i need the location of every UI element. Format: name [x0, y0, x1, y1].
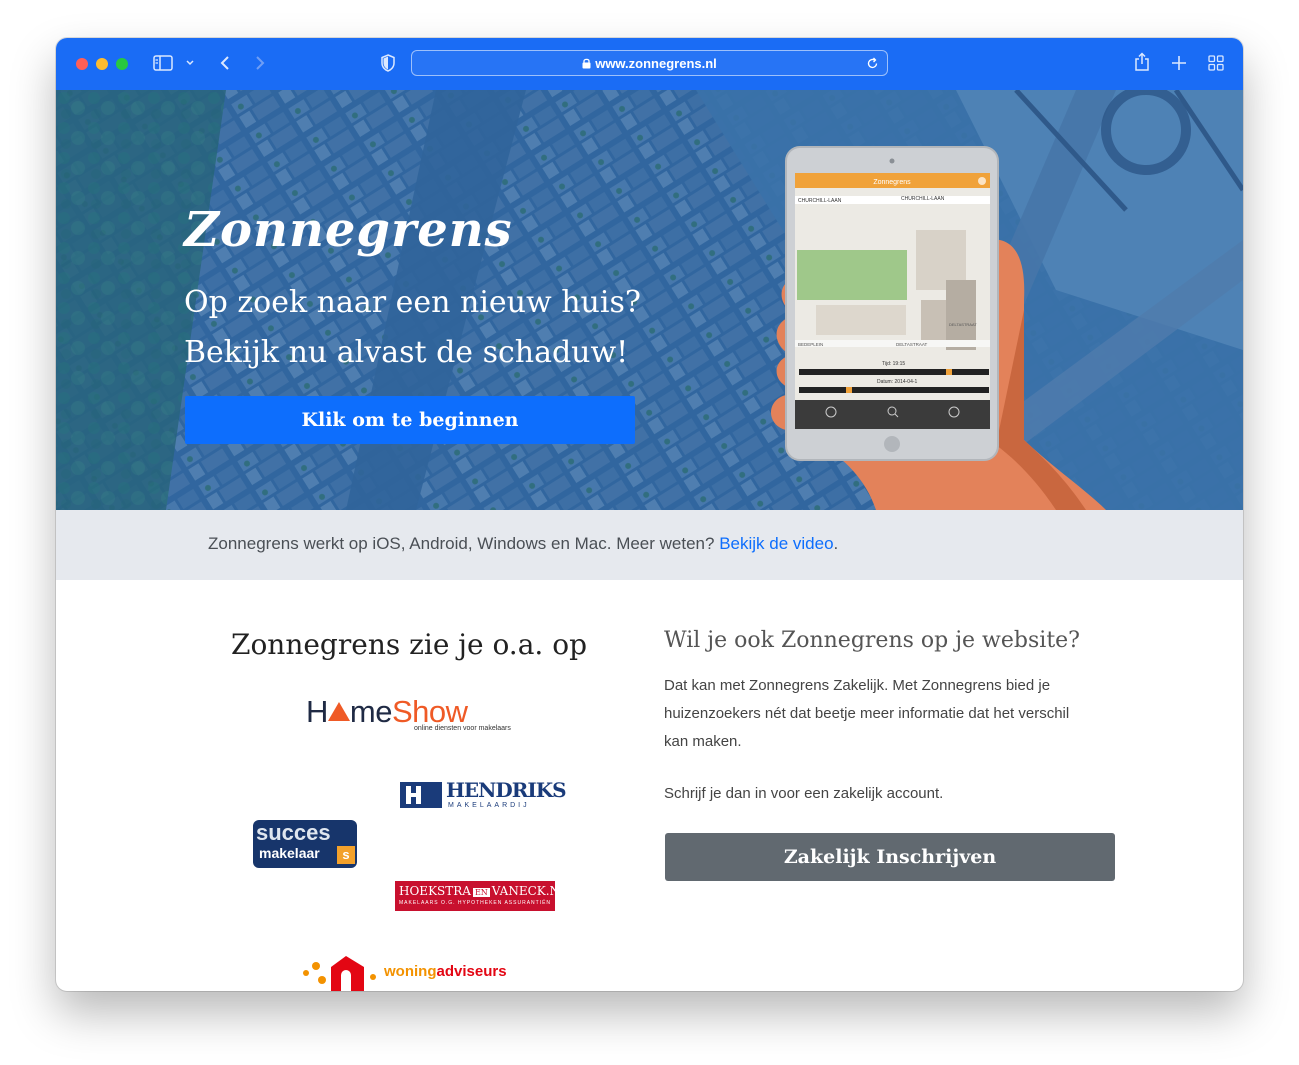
street-label-3: DELTASTRAAT: [896, 342, 928, 347]
tablet-app-title: Zonnegrens: [873, 179, 911, 186]
partners-title: Zonnegrens zie je o.a. op: [230, 628, 587, 661]
business-description: Dat kan met Zonnegrens Zakelijk. Met Zon…: [664, 672, 1124, 756]
chevron-down-icon[interactable]: [186, 60, 194, 66]
url-display: www.zonnegrens.nl: [412, 56, 887, 71]
zoom-window-button[interactable]: [116, 58, 128, 70]
business-description-line1: Dat kan met Zonnegrens Zakelijk. Met Zon…: [664, 677, 1051, 694]
business-signup-hint: Schrijf je dan in voor een zakelijk acco…: [664, 785, 944, 802]
homeshow-logo-me: me: [349, 694, 393, 729]
house-icon: [327, 702, 350, 721]
address-bar[interactable]: www.zonnegrens.nl: [411, 50, 888, 76]
hero-tagline-line1: Op zoek naar een nieuw huis?: [184, 285, 641, 320]
watch-video-link[interactable]: Bekijk de video: [719, 534, 833, 553]
browser-window: www.zonnegrens.nl Zonnegrens Op zoek naa…: [56, 38, 1243, 991]
url-text: www.zonnegrens.nl: [595, 56, 717, 71]
woning-logo-a: woning: [384, 963, 437, 980]
street-label-1: CHURCHILL-LAAN: [798, 198, 842, 204]
brand-logo-text: Zonnegrens: [184, 202, 513, 258]
reload-icon[interactable]: [866, 57, 879, 70]
minimize-window-button[interactable]: [96, 58, 108, 70]
hoekstra-logo-a: HOEKSTRA: [399, 884, 471, 898]
business-signup-button[interactable]: Zakelijk Inschrijven: [665, 833, 1115, 881]
platforms-sentence: Zonnegrens werkt op iOS, Android, Window…: [208, 534, 720, 553]
hoekstra-logo-en: EN: [472, 888, 490, 897]
share-icon[interactable]: [1134, 52, 1150, 72]
business-description-line2: huizenzoekers nét dat beetje meer inform…: [664, 705, 1070, 722]
homeshow-logo-sub: online diensten voor makelaars: [414, 725, 511, 732]
tablet-time-label: Tijd: 19:15: [882, 361, 905, 367]
hendriks-logo[interactable]: HENDRIKS MAKELAARDIJ: [400, 778, 567, 810]
sidebar-icon[interactable]: [153, 55, 173, 71]
street-label-4: DELTASTRAAT: [949, 322, 977, 327]
browser-toolbar: www.zonnegrens.nl: [56, 38, 1243, 90]
close-window-button[interactable]: [76, 58, 88, 70]
hendriks-logo-name: HENDRIKS: [446, 778, 567, 802]
platforms-text: Zonnegrens werkt op iOS, Android, Window…: [208, 534, 838, 554]
succes-logo-s: s: [337, 846, 355, 864]
succes-logo-line2: makelaar: [259, 845, 320, 861]
back-icon[interactable]: [220, 55, 230, 71]
street-label-2: CHURCHILL-LAAN: [901, 196, 945, 202]
succes-logo-line1: succes: [256, 820, 331, 845]
woning-logo-b: adviseurs: [436, 963, 507, 980]
business-description-line3: kan maken.: [664, 733, 742, 750]
lock-icon: [582, 58, 591, 69]
privacy-shield-icon[interactable]: [381, 54, 395, 72]
hero-tagline-line2: Bekijk nu alvast de schaduw!: [184, 335, 629, 370]
street-label-5: BEDEPLEIN: [798, 342, 823, 347]
hendriks-emblem-icon: [400, 782, 442, 808]
new-tab-icon[interactable]: [1171, 55, 1187, 71]
homeshow-logo-show: Show: [391, 694, 468, 729]
hendriks-logo-sub: MAKELAARDIJ: [448, 802, 530, 809]
tablet-date-label: Datum: 2014-04-1: [877, 379, 918, 385]
forward-icon[interactable]: [255, 55, 265, 71]
start-button[interactable]: Klik om te beginnen: [185, 396, 635, 444]
succes-makelaars-logo[interactable]: succes makelaar s: [253, 820, 357, 868]
homeshow-logo[interactable]: HmeShow online diensten voor makelaars: [306, 696, 516, 736]
hoekstra-vaneck-logo[interactable]: HOEKSTRA EN VANECK.NL MAKELAARS O.G. HYPOT…: [395, 881, 568, 911]
woningadviseurs-house-icon: [303, 956, 376, 991]
hoekstra-logo-sub: MAKELAARS O.G. HYPOTHEKEN ASSURANTIËN: [399, 900, 552, 906]
hoekstra-logo-b: VANECK.NL: [491, 884, 569, 898]
woningadviseurs-logo[interactable]: woningadviseurs: [296, 953, 526, 991]
business-title: Wil je ook Zonnegrens op je website?: [664, 628, 1080, 653]
tablet-in-hand-illustration: Zonnegrens CHURCHILL-LAAN CHURCHILL-LAAN…: [771, 146, 1106, 510]
info-strip: Zonnegrens werkt op iOS, Android, Window…: [56, 510, 1243, 580]
platforms-sentence-end: .: [833, 534, 839, 553]
hero-section: Zonnegrens Op zoek naar een nieuw huis? …: [56, 90, 1243, 510]
tab-overview-icon[interactable]: [1208, 55, 1224, 71]
homeshow-logo-h: H: [306, 694, 328, 729]
